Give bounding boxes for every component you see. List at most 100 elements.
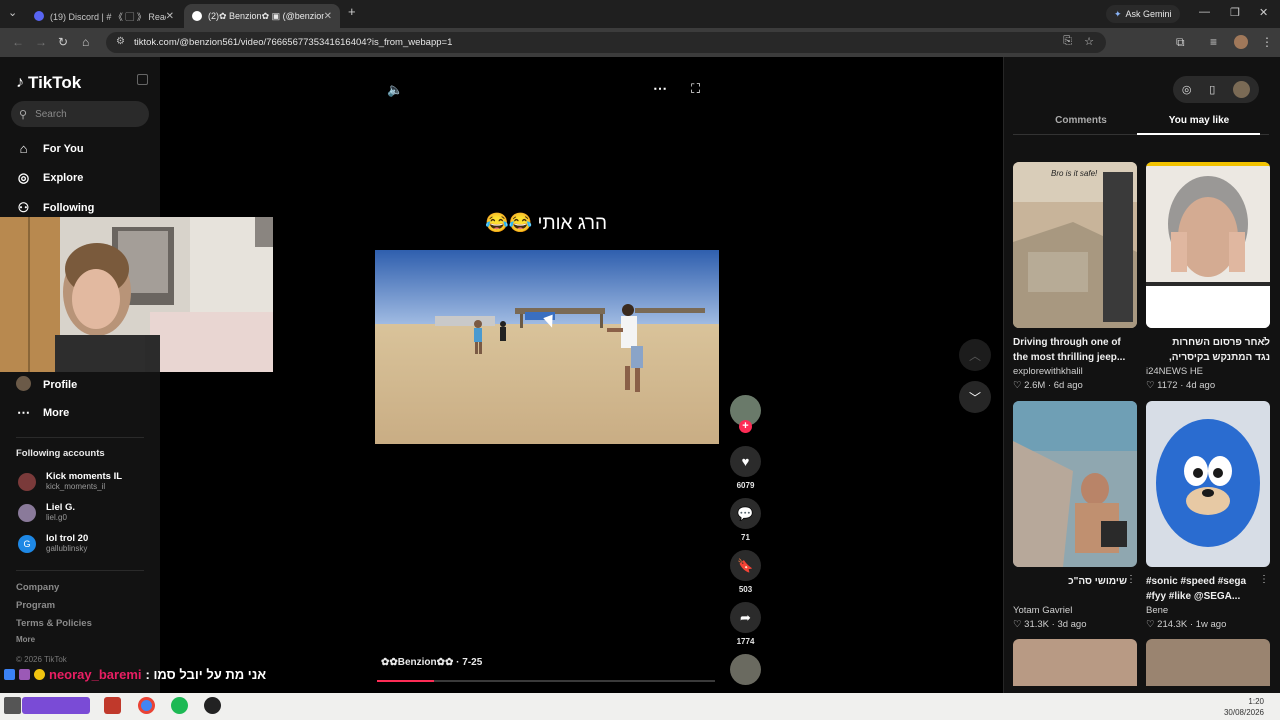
- tab-you-may-like[interactable]: You may like: [1137, 115, 1261, 126]
- chrome-icon[interactable]: [138, 697, 155, 714]
- pinned-app-icon[interactable]: [104, 697, 121, 714]
- explore-icon[interactable]: ◎: [1182, 83, 1192, 96]
- install-app-icon[interactable]: ⎘: [1063, 35, 1072, 48]
- following-account[interactable]: Kick moments IL kick_moments_il: [18, 472, 122, 491]
- card-user[interactable]: Bene: [1146, 605, 1270, 616]
- recommended-video-card[interactable]: שימושי סה"כ Yotam Gavriel ♡ 31.3K · 3d a…: [1013, 401, 1137, 630]
- discord-icon: [34, 11, 44, 21]
- previous-video-button[interactable]: ︿: [959, 339, 991, 371]
- nav-explore[interactable]: ◎ Explore: [16, 170, 84, 186]
- video-thumbnail[interactable]: [1146, 401, 1270, 567]
- browser-tab-bar: ⌄ (19) Discord | # 《 ▢ 》 React-u ✕ (2)✿ …: [0, 0, 1280, 28]
- card-user[interactable]: explorewithkhalil: [1013, 366, 1137, 377]
- chrome-menu-icon[interactable]: ⋮: [1261, 35, 1273, 49]
- recommended-video-card[interactable]: לאחר פרסום השחרות נגד המתנקש בקיסריה, שח…: [1146, 162, 1270, 391]
- reload-icon[interactable]: ↻: [58, 35, 68, 49]
- next-video-button[interactable]: ﹀: [959, 381, 991, 413]
- volume-icon[interactable]: 🔈: [387, 82, 403, 98]
- save-button[interactable]: 🔖: [730, 550, 761, 581]
- left-sidebar: ♪ TikTok ⚲ Search ⌂ For You ◎ Explore ⚇ …: [0, 57, 160, 693]
- share-button[interactable]: ➦: [730, 602, 761, 633]
- account-handle: liel.g0: [46, 513, 67, 522]
- share-count: 1774: [736, 637, 755, 646]
- video-thumbnail[interactable]: [1146, 639, 1270, 686]
- extensions-icon[interactable]: ⧉: [1176, 35, 1185, 50]
- video-author-label[interactable]: ✿✿Benzion✿✿ · 7-25: [381, 657, 482, 668]
- tiktok-logo[interactable]: ♪ TikTok: [16, 73, 81, 93]
- spotify-icon[interactable]: [171, 697, 188, 714]
- restore-icon[interactable]: ❐: [1230, 6, 1240, 19]
- card-user[interactable]: i24NEWS HE: [1146, 366, 1270, 377]
- tiktok-icon: [192, 11, 202, 21]
- chevron-up-icon: ︿: [968, 348, 981, 363]
- minimize-icon[interactable]: —: [1199, 6, 1210, 18]
- more-options-icon[interactable]: ⋯: [653, 80, 667, 97]
- recommended-video-card[interactable]: Bro is it safe! Driving through one of t…: [1013, 162, 1137, 391]
- card-title: לאחר פרסום השחרות נגד המתנקש בקיסריה, שח…: [1168, 337, 1270, 363]
- close-tab-icon[interactable]: ✕: [324, 11, 332, 22]
- back-icon[interactable]: ←: [12, 35, 24, 49]
- card-likes: 2.6M: [1024, 380, 1046, 391]
- card-title: #sonic #speed #sega #fyy #like @SEGA...: [1146, 576, 1247, 602]
- tab-search-icon[interactable]: ⌄: [8, 6, 17, 19]
- bookmark-star-icon[interactable]: ☆: [1084, 35, 1094, 48]
- video-thumbnail[interactable]: [1013, 401, 1137, 567]
- device-icon[interactable]: ▯: [1209, 83, 1215, 96]
- tiktok-note-icon: ♪: [16, 74, 24, 91]
- follow-plus-icon[interactable]: +: [739, 420, 752, 433]
- ask-gemini-button[interactable]: ✦ Ask Gemini: [1106, 5, 1180, 23]
- avatar: [18, 503, 36, 522]
- new-tab-button[interactable]: +: [348, 4, 356, 19]
- footer-program[interactable]: Program: [16, 600, 55, 611]
- recommended-video-card[interactable]: #sonic #speed #sega #fyy #like @SEGA... …: [1146, 401, 1270, 630]
- close-window-icon[interactable]: ✕: [1259, 6, 1268, 19]
- url-input[interactable]: ⚙ tiktok.com/@benzion561/video/766656773…: [106, 32, 1106, 53]
- video-player[interactable]: [375, 250, 719, 444]
- badge-icon: [34, 669, 45, 680]
- close-tab-icon[interactable]: ✕: [166, 11, 174, 22]
- nav-label: Explore: [43, 172, 84, 184]
- footer-terms[interactable]: Terms & Policies: [16, 618, 92, 629]
- card-title: Driving through one of the most thrillin…: [1013, 337, 1126, 363]
- following-account[interactable]: Liel G. liel.g0: [18, 503, 75, 522]
- home-icon[interactable]: ⌂: [82, 35, 89, 49]
- fullscreen-icon[interactable]: ⛶: [691, 81, 700, 97]
- forward-icon[interactable]: →: [35, 35, 47, 49]
- nav-following[interactable]: ⚇ Following: [16, 200, 95, 216]
- footer-more[interactable]: More: [16, 635, 35, 644]
- card-user[interactable]: Yotam Gavriel: [1013, 605, 1137, 616]
- user-avatar[interactable]: [1233, 81, 1251, 98]
- start-icon[interactable]: [4, 697, 21, 714]
- nav-more[interactable]: ⋯ More: [16, 405, 69, 421]
- obs-icon[interactable]: [204, 697, 221, 714]
- following-account[interactable]: G lol trol 20 gallublinsky: [18, 534, 88, 553]
- compass-icon: ◎: [17, 170, 30, 185]
- tab-discord[interactable]: (19) Discord | # 《 ▢ 》 React-u ✕: [26, 4, 182, 28]
- nav-profile[interactable]: Profile: [16, 376, 77, 394]
- url-text: tiktok.com/@benzion561/video/76665677353…: [134, 37, 453, 48]
- tab-comments[interactable]: Comments: [1019, 115, 1143, 126]
- tab-tiktok[interactable]: (2)✿ Benzion✿ ▣ (@benzion ✕: [184, 4, 340, 28]
- pinned-app-icon[interactable]: [22, 697, 90, 714]
- account-handle: gallublinsky: [46, 544, 88, 553]
- badge-icon: [4, 669, 15, 680]
- collapse-sidebar-icon[interactable]: [137, 74, 148, 85]
- card-more-icon[interactable]: ⋮: [1259, 574, 1269, 585]
- profile-avatar[interactable]: [1234, 35, 1248, 49]
- heart-icon: ♡: [1146, 619, 1158, 630]
- video-thumbnail[interactable]: Bro is it safe!: [1013, 162, 1137, 328]
- card-more-icon[interactable]: ⋮: [1259, 336, 1269, 347]
- card-more-icon[interactable]: ⋮: [1126, 574, 1136, 585]
- account-handle: kick_moments_il: [46, 482, 106, 491]
- comment-button[interactable]: 💬: [730, 498, 761, 529]
- footer-company[interactable]: Company: [16, 582, 59, 593]
- site-info-icon[interactable]: ⚙: [116, 36, 125, 47]
- like-button[interactable]: ♥: [730, 446, 761, 477]
- reading-list-icon[interactable]: ≡: [1210, 35, 1217, 49]
- nav-for-you[interactable]: ⌂ For You: [16, 141, 84, 156]
- video-progress-bar[interactable]: [377, 680, 715, 682]
- search-input[interactable]: ⚲ Search: [11, 101, 149, 127]
- sound-disc-icon[interactable]: [730, 654, 761, 685]
- video-thumbnail[interactable]: [1146, 162, 1270, 328]
- video-thumbnail[interactable]: [1013, 639, 1137, 686]
